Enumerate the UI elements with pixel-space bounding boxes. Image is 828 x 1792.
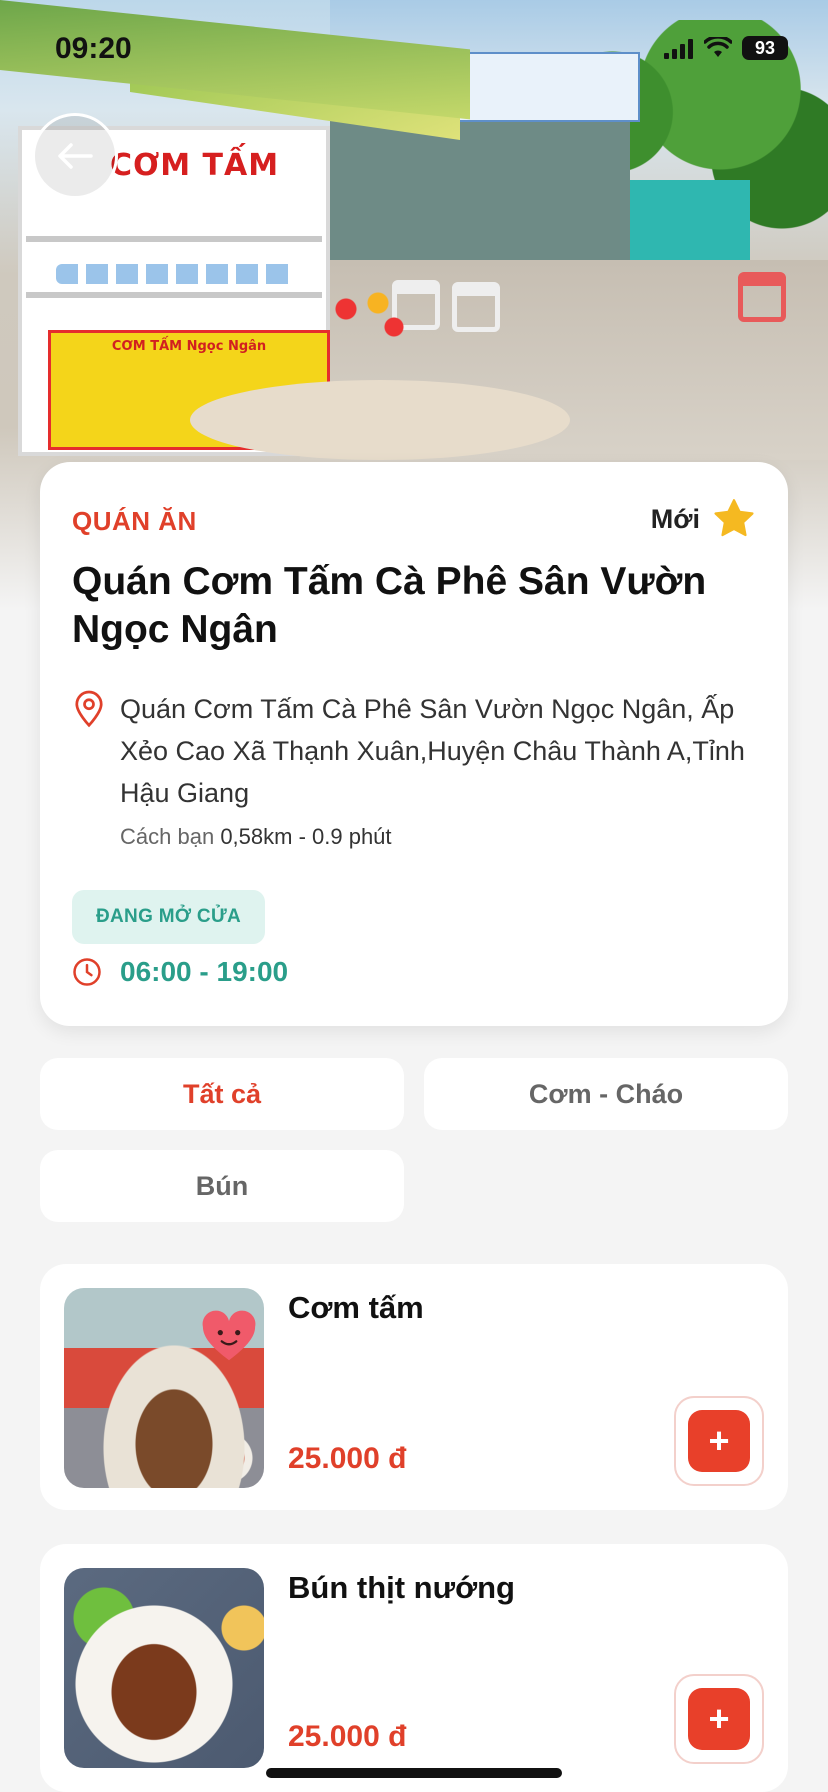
plus-icon: +: [688, 1688, 750, 1750]
status-time: 09:20: [55, 32, 132, 65]
new-badge: Mới: [651, 498, 756, 540]
open-status-badge: ĐANG MỞ CỬA: [72, 890, 266, 944]
product-price: 25.000 đ: [288, 1720, 407, 1753]
cart-shelf: [26, 292, 322, 298]
clock-icon: [73, 958, 101, 986]
product-name: Cơm tấm: [288, 1290, 424, 1325]
opening-hours-row: 06:00 - 19:00: [72, 956, 288, 988]
cart-bowls: [56, 264, 296, 284]
store-name: Quán Cơm Tấm Cà Phê Sân Vườn Ngọc Ngân: [72, 560, 707, 651]
cover-table: [190, 380, 570, 460]
cart-shelf: [26, 236, 322, 242]
filter-tab-all[interactable]: Tất cả: [40, 1058, 404, 1130]
cellular-signal-icon: [664, 37, 694, 59]
wifi-icon: [704, 37, 732, 57]
distance-value: 0,58km - 0.9 phút: [220, 824, 392, 849]
store-address: Quán Cơm Tấm Cà Phê Sân Vườn Ngọc Ngân, …: [120, 694, 745, 808]
product-image: [64, 1288, 264, 1488]
store-info-card: QUÁN ĂN Mới Quán Cơm Tấm Cà Phê Sân Vườn…: [40, 462, 788, 1026]
opening-hours: 06:00 - 19:00: [120, 956, 289, 987]
arrow-left-icon: [58, 143, 93, 169]
new-badge-label: Mới: [650, 503, 700, 534]
home-indicator[interactable]: [266, 1768, 562, 1778]
distance-label: Cách bạn: [120, 824, 215, 849]
store-distance: Cách bạn 0,58km - 0.9 phút: [120, 824, 392, 850]
location-pin-icon: [75, 690, 103, 728]
cart-sign-text: CƠM TẤM: [110, 148, 280, 183]
add-to-cart-button[interactable]: +: [674, 1674, 764, 1764]
product-card[interactable]: Bún thịt nướng 25.000 đ +: [40, 1544, 788, 1792]
add-to-cart-button[interactable]: +: [674, 1396, 764, 1486]
cover-chair: [452, 282, 500, 332]
product-name: Bún thịt nướng: [288, 1570, 515, 1605]
heart-sticker-icon: [202, 1310, 256, 1361]
battery-icon: 93: [742, 36, 788, 60]
star-icon: [714, 499, 754, 537]
plus-icon: +: [688, 1410, 750, 1472]
product-card[interactable]: Cơm tấm 25.000 đ +: [40, 1264, 788, 1510]
store-category: QUÁN ĂN: [72, 506, 197, 536]
cart-board-text: CƠM TẤM Ngọc Ngân: [111, 339, 267, 354]
product-image: [64, 1568, 264, 1768]
cover-flowers: [330, 285, 410, 345]
cover-chair: [738, 272, 786, 322]
store-address-row: Quán Cơm Tấm Cà Phê Sân Vườn Ngọc Ngân, …: [72, 688, 772, 814]
product-price: 25.000 đ: [288, 1442, 407, 1475]
status-icons: 93: [664, 36, 788, 60]
back-button[interactable]: [32, 113, 118, 199]
filter-tab-noodles[interactable]: Bún: [40, 1150, 404, 1222]
filter-tab-rice-porridge[interactable]: Cơm - Cháo: [424, 1058, 788, 1130]
